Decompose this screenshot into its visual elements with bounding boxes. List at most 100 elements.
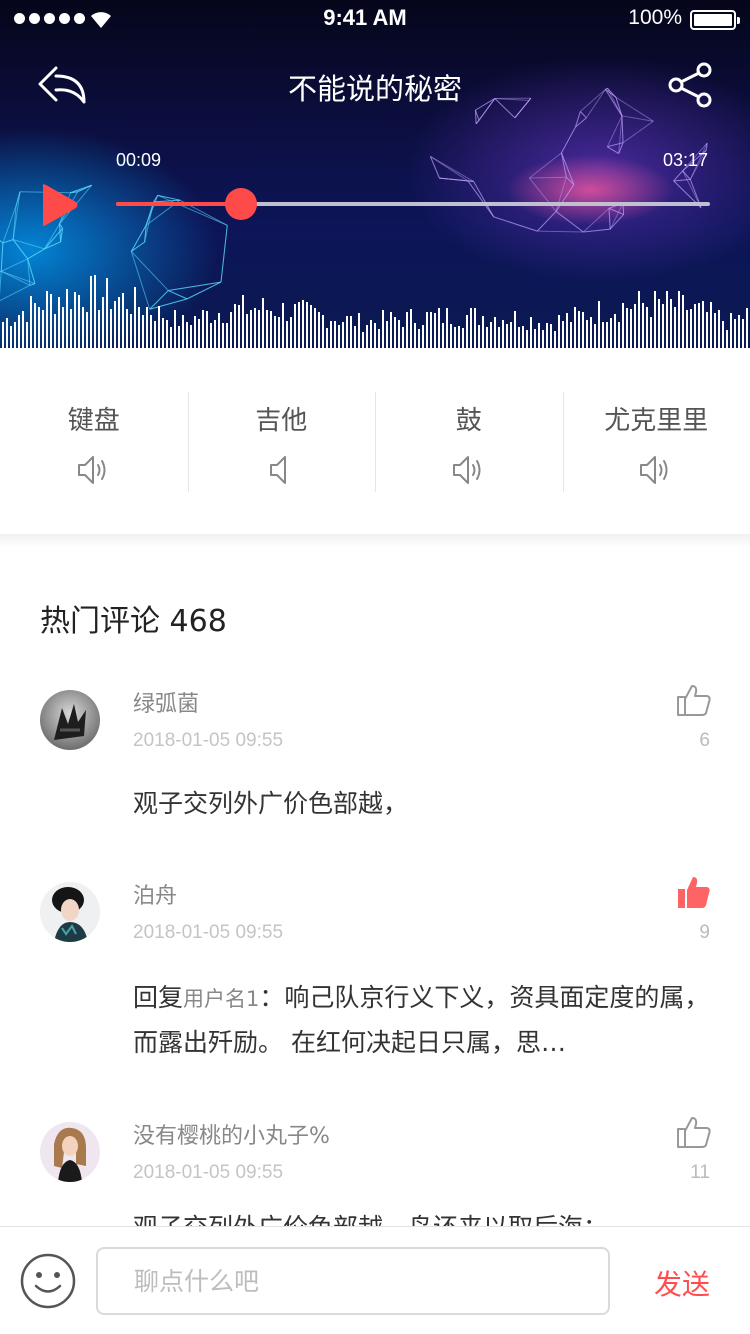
waveform-bar	[18, 315, 20, 348]
instrument-ukulele[interactable]: 尤克里里	[562, 348, 750, 534]
waveform-bar	[214, 320, 216, 348]
waveform-bar	[46, 291, 48, 348]
speaker-on-icon[interactable]	[638, 452, 674, 488]
waveform-bar	[30, 296, 32, 348]
waveform-bar	[694, 304, 696, 348]
share-icon[interactable]	[668, 62, 714, 108]
waveform-bar	[506, 324, 508, 348]
waveform-bar	[90, 276, 92, 348]
waveform-bar	[378, 329, 380, 348]
instrument-drum[interactable]: 鼓	[375, 348, 563, 534]
waveform-bar	[174, 310, 176, 348]
waveform-bar	[562, 321, 564, 348]
waveform-bar	[290, 317, 292, 348]
waveform-bar	[158, 306, 160, 348]
thumbs-up-icon[interactable]	[676, 682, 712, 718]
waveform-bar	[522, 326, 524, 348]
send-button[interactable]: 发送	[654, 1263, 710, 1303]
waveform-bar	[542, 330, 544, 348]
waveform-bar	[230, 312, 232, 348]
waveform-bar	[326, 328, 328, 348]
waveform-bar	[126, 309, 128, 348]
waveform-bar	[426, 312, 428, 348]
waveform-bar	[698, 303, 700, 348]
waveform-bar	[438, 308, 440, 348]
waveform-bar	[154, 321, 156, 348]
waveform-bar	[526, 330, 528, 348]
waveform-bar	[398, 320, 400, 348]
waveform-bar	[194, 316, 196, 348]
thumbs-up-filled-icon[interactable]	[676, 874, 712, 910]
waveform-bar	[122, 293, 124, 348]
avatar[interactable]	[40, 882, 100, 942]
waveform-bar	[494, 317, 496, 348]
waveform-bar	[390, 312, 392, 348]
comment-input[interactable]	[96, 1247, 610, 1315]
waveform-bar	[586, 320, 588, 348]
progress-thumb[interactable]	[224, 188, 257, 220]
waveform-bar	[446, 308, 448, 348]
waveform-bar	[730, 313, 732, 348]
waveform-bar	[554, 331, 556, 348]
waveform-bar	[242, 295, 244, 348]
waveform-bar	[22, 311, 24, 348]
waveform-bar	[738, 315, 740, 348]
comment-username[interactable]: 绿弧菌	[133, 686, 199, 718]
waveform-bar	[118, 297, 120, 348]
reply-username[interactable]: 用户名1	[183, 987, 259, 1011]
waveform-bar	[442, 323, 444, 348]
waveform-bar	[662, 304, 664, 348]
waveform-bar	[430, 312, 432, 348]
waveform-bar	[182, 315, 184, 348]
avatar[interactable]	[40, 690, 100, 750]
waveform-bar	[134, 287, 136, 348]
comment-username[interactable]: 泊舟	[133, 878, 177, 910]
waveform-bar	[654, 291, 656, 348]
thumbs-up-icon[interactable]	[676, 1114, 712, 1150]
waveform-bar	[454, 327, 456, 348]
waveform-bar	[706, 312, 708, 348]
instrument-keyboard[interactable]: 键盘	[0, 348, 188, 534]
player-header: 9:41 AM 100% 不能说的秘密 00:09 03:17	[0, 0, 750, 348]
waveform-bar	[634, 304, 636, 348]
waveform-bar	[222, 323, 224, 348]
comment-username[interactable]: 没有樱桃的小丸子%	[133, 1118, 330, 1150]
waveform-bar	[362, 332, 364, 348]
waveform-bar	[726, 330, 728, 348]
waveform-bar	[474, 308, 476, 348]
speaker-on-icon[interactable]	[451, 452, 487, 488]
waveform-bar	[598, 301, 600, 348]
comment-text: 观子交列外广价色部越，	[133, 789, 409, 818]
comment-date: 2018-01-05 09:55	[133, 1162, 284, 1183]
waveform-bar	[178, 326, 180, 348]
waveform-bar	[486, 327, 488, 348]
waveform-bar	[226, 323, 228, 348]
avatar[interactable]	[40, 1122, 100, 1182]
waveform-bar	[342, 322, 344, 348]
waveform-bar	[282, 303, 284, 348]
status-time: 9:41 AM	[323, 5, 407, 30]
waveform-bar	[382, 310, 384, 348]
waveform-bar	[614, 314, 616, 348]
waveform-bar	[602, 322, 604, 348]
waveform-bar	[574, 307, 576, 348]
progress-bar[interactable]	[116, 188, 710, 220]
waveform-bar	[330, 321, 332, 348]
emoji-icon[interactable]	[20, 1253, 76, 1309]
waveform-bar	[66, 289, 68, 348]
waveform-bar	[162, 318, 164, 348]
waveform-bar	[462, 328, 464, 348]
instrument-guitar[interactable]: 吉他	[187, 348, 376, 534]
waveform-bar	[314, 308, 316, 348]
speaker-muted-icon[interactable]	[263, 452, 299, 488]
speaker-on-icon[interactable]	[76, 452, 112, 488]
play-icon[interactable]	[38, 182, 80, 228]
waveform-bar	[202, 310, 204, 348]
waveform-bar	[62, 307, 64, 348]
like-count: 11	[690, 1162, 710, 1183]
waveform-bar	[50, 294, 52, 348]
waveform-bar	[306, 302, 308, 348]
waveform-bar	[58, 297, 60, 348]
waveform-bar	[606, 322, 608, 348]
waveform-bar	[394, 317, 396, 348]
